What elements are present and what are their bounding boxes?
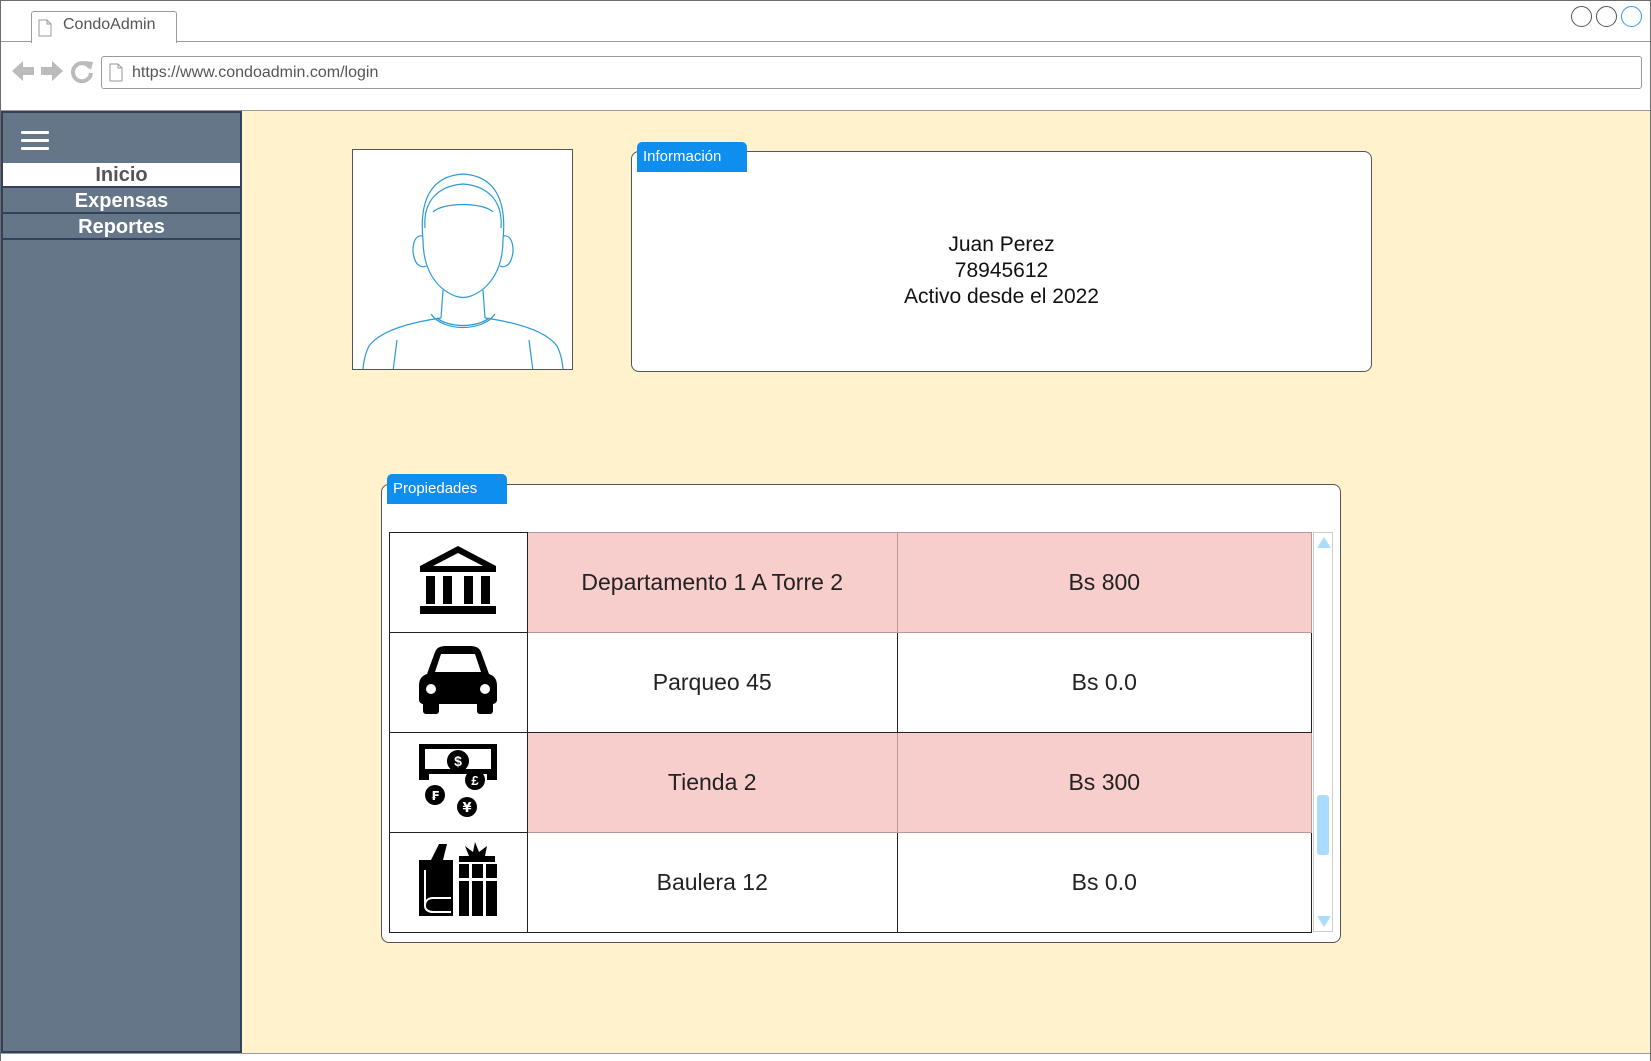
user-name: Juan Perez — [948, 233, 1055, 256]
property-amount: Bs 800 — [896, 532, 1313, 633]
svg-text:¥: ¥ — [463, 801, 472, 816]
user-info: Juan Perez 78945612 Activo desde el 2022 — [632, 232, 1371, 310]
sidebar: Inicio Expensas Reportes — [1, 111, 242, 1053]
table-scrollbar[interactable] — [1313, 532, 1333, 932]
storage-boxes-icon — [419, 841, 498, 916]
window-controls — [1571, 6, 1642, 27]
user-phone: 78945612 — [954, 259, 1049, 282]
table-row[interactable]: Parqueo 45 Bs 0.0 — [389, 632, 1313, 733]
bank-icon — [420, 545, 497, 614]
property-name: Tienda 2 — [526, 732, 898, 833]
property-amount: Bs 0.0 — [896, 832, 1313, 933]
status-strip — [1, 1053, 1650, 1061]
table-row[interactable]: Baulera 12 Bs 0.0 — [389, 832, 1313, 933]
car-icon — [419, 645, 498, 714]
property-name: Baulera 12 — [526, 832, 898, 933]
user-silhouette-icon — [362, 173, 564, 369]
minimize-button[interactable] — [1571, 6, 1592, 27]
page-icon — [109, 63, 123, 82]
svg-text:$: $ — [455, 753, 463, 769]
svg-text:£: £ — [472, 773, 480, 788]
tab-title: CondoAdmin — [63, 16, 156, 33]
currency-exchange-icon: $ £ ₣ ¥ — [419, 743, 498, 817]
hamburger-menu-icon[interactable] — [21, 131, 49, 153]
sidebar-item-expensas[interactable]: Expensas — [3, 189, 240, 214]
close-button[interactable] — [1621, 6, 1642, 27]
info-panel-tab: Información — [637, 142, 747, 172]
table-row[interactable]: Departamento 1 A Torre 2 Bs 800 — [389, 532, 1313, 633]
avatar — [352, 149, 573, 370]
sidebar-item-inicio[interactable]: Inicio — [3, 163, 240, 188]
property-name: Departamento 1 A Torre 2 — [526, 532, 898, 633]
maximize-button[interactable] — [1596, 6, 1617, 27]
property-name: Parqueo 45 — [526, 632, 898, 733]
properties-table: Departamento 1 A Torre 2 Bs 800 Parqueo … — [389, 532, 1313, 933]
tab-bar: CondoAdmin — [1, 1, 1650, 43]
svg-text:₣: ₣ — [431, 789, 439, 803]
page-content: Inicio Expensas Reportes Información Jua… — [1, 111, 1650, 1053]
scroll-thumb[interactable] — [1317, 795, 1329, 855]
info-panel: Información Juan Perez 78945612 Activo d… — [631, 142, 1372, 372]
address-bar[interactable] — [101, 56, 1642, 89]
property-amount: Bs 0.0 — [896, 632, 1313, 733]
browser-window: CondoAdmin https://www.condoadmin.com/lo… — [0, 0, 1651, 1061]
scroll-up-arrow-icon[interactable] — [1317, 537, 1331, 548]
properties-panel-tab: Propiedades — [387, 474, 507, 504]
properties-panel: Propiedades Departamento 1 A Torre 2 Bs … — [381, 474, 1341, 943]
sidebar-item-reportes[interactable]: Reportes — [3, 215, 240, 240]
property-amount: Bs 300 — [896, 732, 1313, 833]
navigation-bar — [1, 43, 1650, 111]
table-row[interactable]: $ £ ₣ ¥ Tienda 2 Bs 300 — [389, 732, 1313, 833]
forward-arrow-icon[interactable] — [40, 59, 64, 83]
page-icon — [38, 19, 52, 37]
scroll-down-arrow-icon[interactable] — [1317, 916, 1331, 927]
browser-tab[interactable]: CondoAdmin — [31, 11, 177, 43]
url-input[interactable] — [132, 61, 1622, 85]
back-arrow-icon[interactable] — [11, 59, 35, 83]
reload-icon[interactable] — [70, 59, 94, 83]
user-since: Activo desde el 2022 — [904, 285, 1099, 308]
